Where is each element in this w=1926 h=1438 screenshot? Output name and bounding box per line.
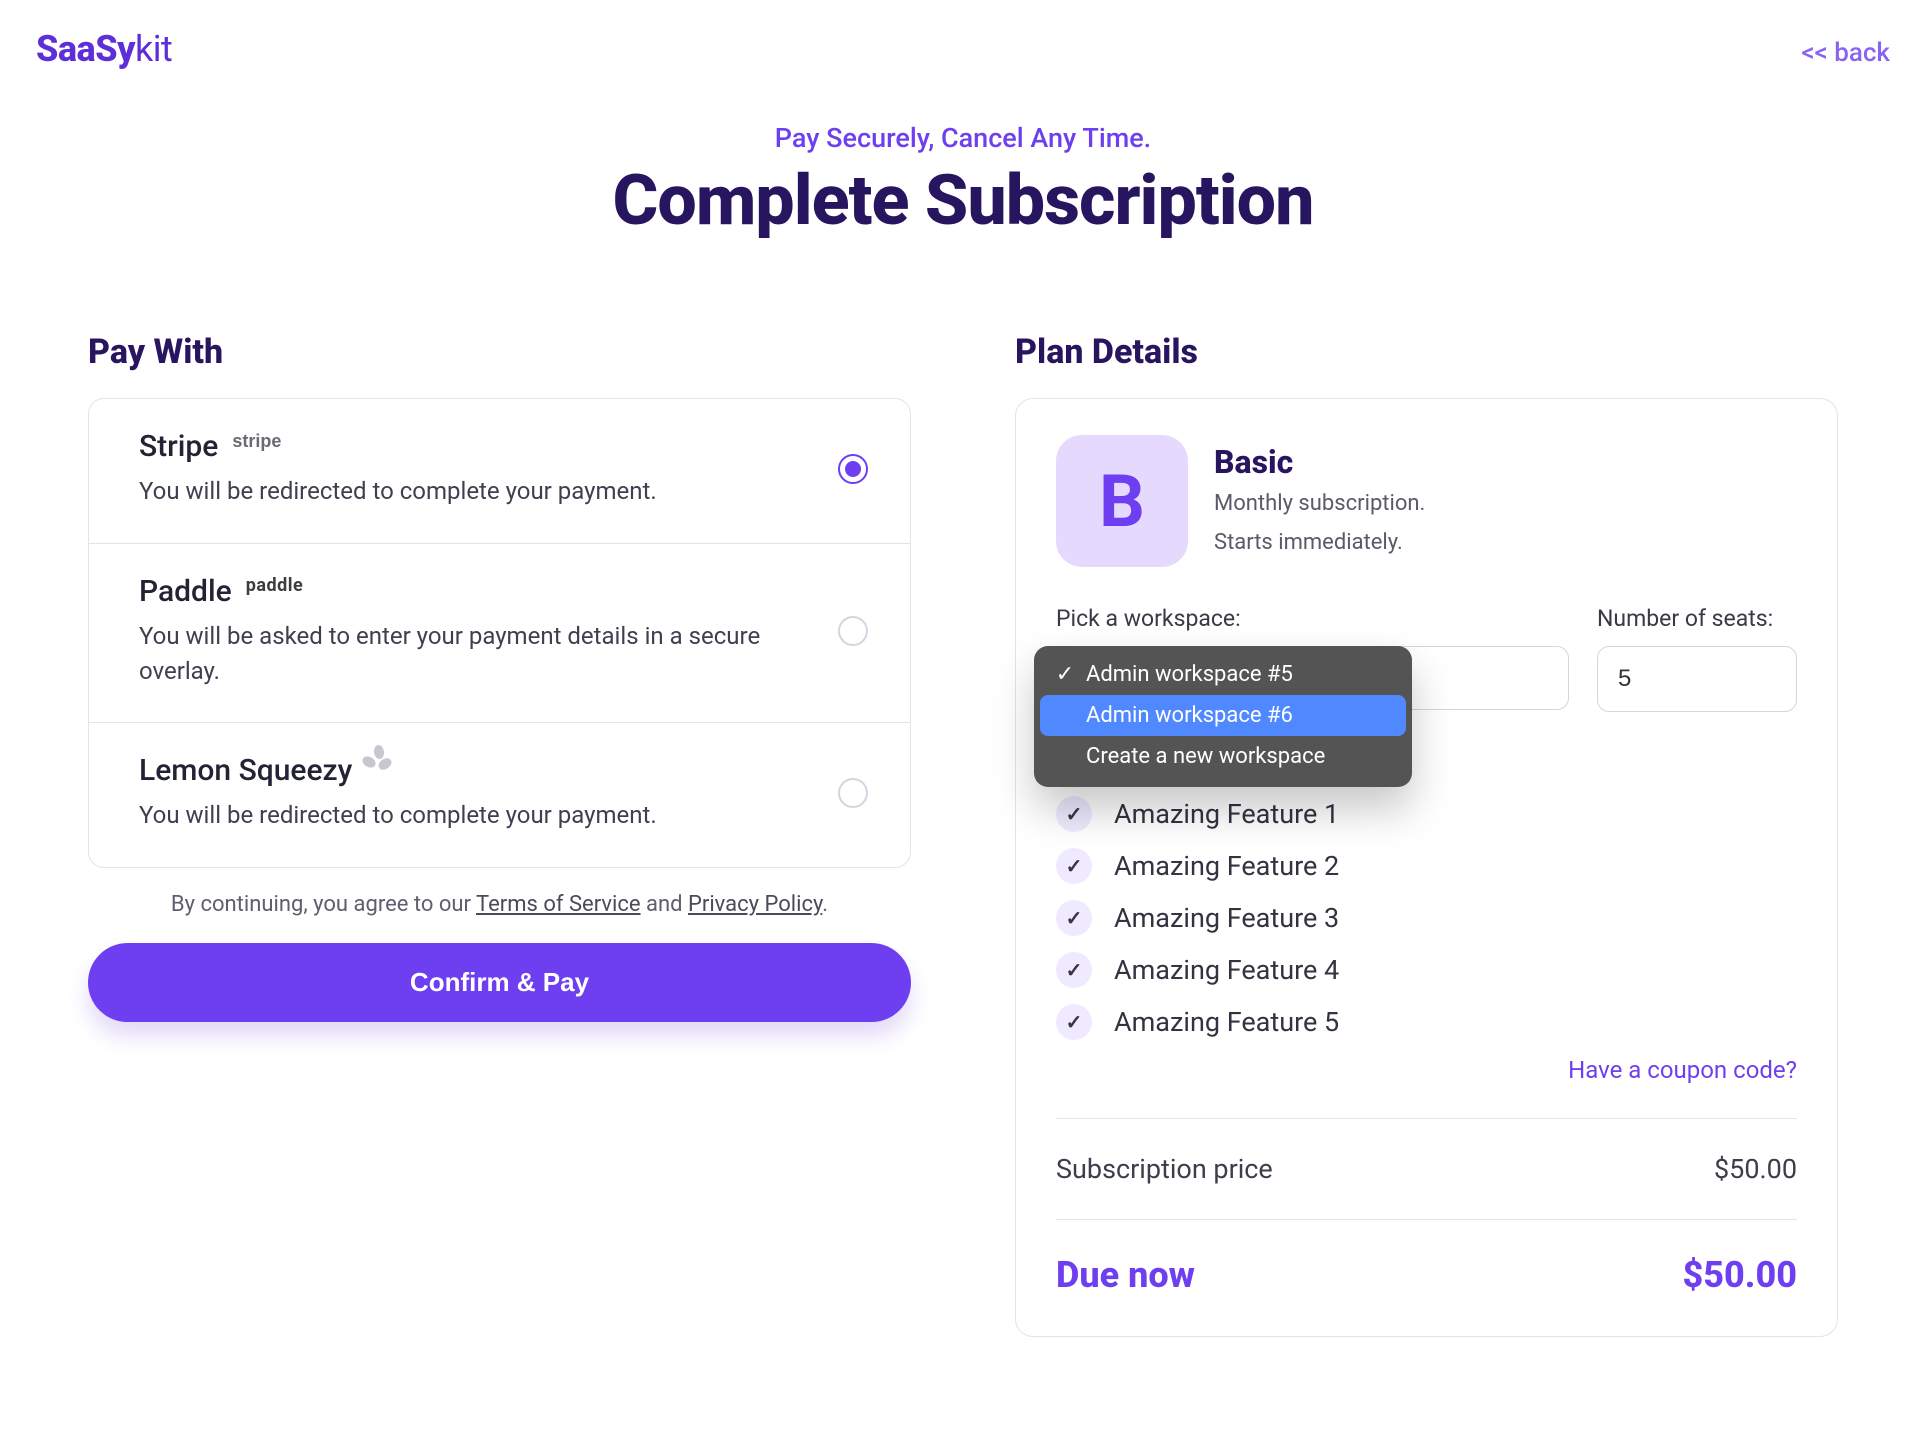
check-icon: ✓ (1056, 900, 1092, 936)
feature-item: ✓ Amazing Feature 3 (1056, 900, 1797, 936)
workspace-option-label: Create a new workspace (1086, 744, 1325, 769)
payment-method-lemonsqueezy[interactable]: Lemon Squeezy You will be redirected to … (89, 723, 910, 867)
payment-methods: Stripe stripe You will be redirected to … (88, 398, 911, 868)
hero-kicker: Pay Securely, Cancel Any Time. (30, 122, 1896, 154)
check-icon: ✓ (1056, 796, 1092, 832)
back-link[interactable]: << back (1801, 38, 1890, 68)
plan-details-heading: Plan Details (1015, 332, 1838, 372)
due-value: $50.00 (1683, 1254, 1797, 1296)
seats-input[interactable] (1597, 646, 1797, 712)
radio-stripe[interactable] (838, 454, 868, 484)
seats-label: Number of seats: (1597, 605, 1797, 632)
agree-line: By continuing, you agree to our Terms of… (88, 892, 911, 917)
feature-text: Amazing Feature 4 (1114, 954, 1339, 986)
feature-list: ✓ Amazing Feature 1 ✓ Amazing Feature 2 ✓ A… (1056, 796, 1797, 1040)
plan-sub1: Monthly subscription. (1214, 487, 1425, 520)
pay-with-heading: Pay With (88, 332, 911, 372)
brand-light: kit (135, 28, 172, 70)
agree-pre: By continuing, you agree to our (171, 892, 476, 917)
tos-link[interactable]: Terms of Service (476, 892, 641, 917)
stripe-wordmark-icon: stripe (232, 432, 281, 450)
payment-method-paddle[interactable]: Paddle paddle You will be asked to enter… (89, 544, 910, 724)
price-value: $50.00 (1714, 1153, 1797, 1185)
plan-sub2: Starts immediately. (1214, 526, 1425, 559)
radio-paddle[interactable] (838, 616, 868, 646)
feature-item: ✓ Amazing Feature 4 (1056, 952, 1797, 988)
price-label: Subscription price (1056, 1153, 1273, 1185)
method-title: Lemon Squeezy (139, 753, 352, 788)
feature-text: Amazing Feature 5 (1114, 1006, 1339, 1038)
workspace-option[interactable]: ✓ Admin workspace #5 (1040, 654, 1406, 695)
radio-lemonsqueezy[interactable] (838, 778, 868, 808)
agree-post: . (822, 892, 828, 917)
feature-item: ✓ Amazing Feature 2 (1056, 848, 1797, 884)
feature-text: Amazing Feature 1 (1114, 798, 1339, 830)
hero: Pay Securely, Cancel Any Time. Complete … (30, 122, 1896, 242)
privacy-link[interactable]: Privacy Policy (688, 892, 822, 917)
check-icon: ✓ (1056, 1004, 1092, 1040)
method-desc: You will be redirected to complete your … (139, 798, 814, 833)
due-now-row: Due now $50.00 (1056, 1254, 1797, 1296)
feature-text: Amazing Feature 3 (1114, 902, 1339, 934)
confirm-pay-button[interactable]: Confirm & Pay (88, 943, 911, 1022)
payment-method-stripe[interactable]: Stripe stripe You will be redirected to … (89, 399, 910, 544)
check-icon: ✓ (1054, 662, 1076, 687)
check-icon: ✓ (1056, 848, 1092, 884)
divider (1056, 1118, 1797, 1119)
workspace-dropdown: ✓ Admin workspace #5 Admin workspace #6 (1034, 646, 1412, 787)
due-label: Due now (1056, 1254, 1195, 1296)
topbar: SaaSykit << back (30, 28, 1896, 70)
feature-item: ✓ Amazing Feature 5 (1056, 1004, 1797, 1040)
check-icon: ✓ (1056, 952, 1092, 988)
method-title: Paddle (139, 574, 232, 609)
page-title: Complete Subscription (30, 160, 1896, 242)
plan-name: Basic (1214, 443, 1425, 481)
workspace-option-label: Admin workspace #6 (1086, 703, 1293, 728)
workspace-option[interactable]: Admin workspace #6 (1040, 695, 1406, 736)
workspace-option-label: Admin workspace #5 (1086, 662, 1293, 687)
method-desc: You will be asked to enter your payment … (139, 619, 814, 689)
method-title: Stripe (139, 429, 218, 464)
workspace-option[interactable]: Create a new workspace (1040, 736, 1406, 777)
lemonsqueezy-icon (366, 747, 394, 775)
coupon-link[interactable]: Have a coupon code? (1568, 1056, 1797, 1084)
plan-badge: B (1056, 435, 1188, 567)
feature-text: Amazing Feature 2 (1114, 850, 1339, 882)
workspace-label: Pick a workspace: (1056, 605, 1569, 632)
plan-card: B Basic Monthly subscription. Starts imm… (1015, 398, 1838, 1337)
brand-bold: SaaSy (36, 28, 135, 70)
brand-logo: SaaSykit (36, 28, 172, 70)
paddle-wordmark-icon: paddle (246, 575, 304, 596)
agree-mid: and (641, 892, 688, 917)
method-desc: You will be redirected to complete your … (139, 474, 814, 509)
feature-item: ✓ Amazing Feature 1 (1056, 796, 1797, 832)
divider (1056, 1219, 1797, 1220)
subscription-price-row: Subscription price $50.00 (1056, 1153, 1797, 1185)
